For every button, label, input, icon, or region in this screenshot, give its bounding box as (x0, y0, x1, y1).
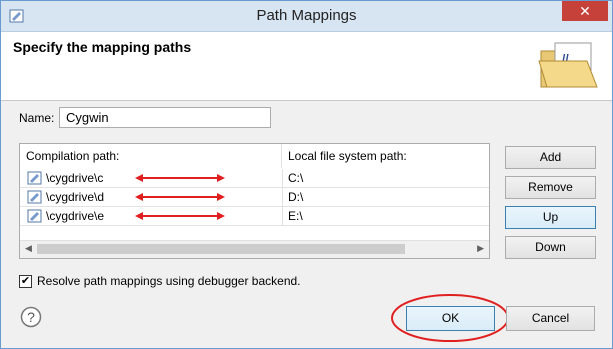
local-path: D:\ (288, 190, 304, 204)
name-label: Name: (19, 111, 55, 125)
local-path: E:\ (288, 209, 303, 223)
table-row[interactable]: \cygdrive\c C:\ (20, 169, 489, 188)
compilation-path: \cygdrive\d (46, 190, 105, 204)
add-button[interactable]: Add (505, 146, 596, 169)
open-folder-icon: //... (538, 42, 598, 88)
title-bar: Path Mappings ✕ (1, 1, 612, 32)
annotation-arrow (135, 174, 225, 182)
close-button[interactable]: ✕ (562, 1, 608, 21)
scroll-right-icon[interactable]: ▶ (477, 243, 484, 254)
path-mappings-dialog: Path Mappings ✕ Specify the mapping path… (0, 0, 613, 349)
table-row[interactable]: \cygdrive\e E:\ (20, 207, 489, 226)
resolve-checkbox-label[interactable]: Resolve path mappings using debugger bac… (37, 274, 301, 288)
scrollbar-thumb[interactable] (37, 244, 405, 254)
window-title: Path Mappings (256, 7, 357, 24)
compilation-path: \cygdrive\e (46, 209, 105, 223)
path-mapping-icon (27, 171, 42, 185)
up-button[interactable]: Up (505, 206, 596, 229)
compilation-path: \cygdrive\c (46, 171, 104, 185)
scroll-left-icon[interactable]: ◀ (25, 243, 32, 254)
local-path: C:\ (288, 171, 304, 185)
column-header-compilation[interactable]: Compilation path: (20, 144, 282, 168)
name-input[interactable] (59, 107, 271, 128)
resolve-checkbox[interactable]: ✔ (19, 275, 32, 288)
svg-text:?: ? (27, 309, 35, 325)
cancel-button[interactable]: Cancel (506, 306, 595, 331)
annotation-arrow (135, 212, 225, 220)
dialog-header: Specify the mapping paths //... (1, 32, 612, 101)
annotation-ellipse (391, 294, 509, 342)
down-button[interactable]: Down (505, 236, 596, 259)
remove-button[interactable]: Remove (505, 176, 596, 199)
annotation-arrow (135, 193, 225, 201)
mappings-table[interactable]: Compilation path: Local file system path… (19, 143, 490, 259)
help-icon[interactable]: ? (20, 306, 42, 328)
path-mapping-icon (27, 209, 42, 223)
column-header-local[interactable]: Local file system path: (282, 144, 489, 168)
horizontal-scrollbar[interactable]: ◀ ▶ (20, 240, 489, 258)
table-row[interactable]: \cygdrive\d D:\ (20, 188, 489, 207)
path-mapping-icon (27, 190, 42, 204)
header-title: Specify the mapping paths (13, 39, 192, 55)
